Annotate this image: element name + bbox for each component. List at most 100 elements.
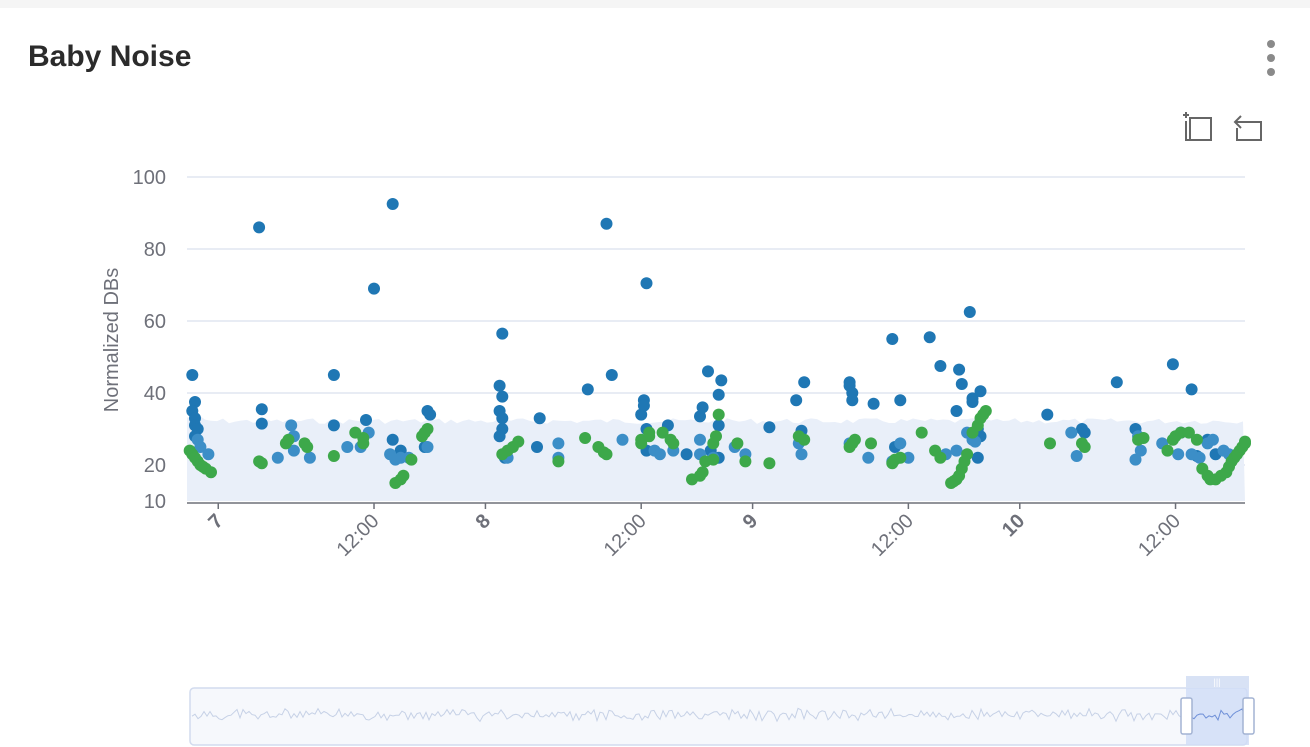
data-point[interactable]: [712, 388, 725, 401]
data-point[interactable]: [496, 327, 509, 340]
data-point[interactable]: [696, 401, 709, 414]
data-point[interactable]: [667, 437, 680, 450]
data-point[interactable]: [202, 448, 215, 461]
data-point[interactable]: [894, 394, 907, 407]
data-point[interactable]: [637, 399, 650, 412]
data-point[interactable]: [533, 412, 546, 425]
data-point[interactable]: [680, 448, 693, 461]
data-point[interactable]: [710, 430, 722, 443]
data-point[interactable]: [712, 419, 725, 432]
slider-right-handle[interactable]: [1242, 697, 1255, 735]
data-point[interactable]: [405, 453, 418, 466]
data-point[interactable]: [496, 412, 509, 425]
data-point[interactable]: [798, 376, 811, 389]
data-point[interactable]: [205, 466, 217, 479]
data-point[interactable]: [790, 394, 803, 407]
data-point[interactable]: [271, 451, 284, 464]
data-point[interactable]: [301, 441, 314, 453]
data-point[interactable]: [1110, 376, 1123, 389]
data-point[interactable]: [1078, 441, 1091, 453]
data-point[interactable]: [616, 433, 629, 446]
data-point[interactable]: [397, 469, 410, 482]
data-point[interactable]: [798, 433, 811, 446]
data-point[interactable]: [512, 435, 525, 448]
data-point[interactable]: [1137, 432, 1150, 444]
data-point[interactable]: [702, 365, 714, 378]
data-point[interactable]: [255, 417, 268, 430]
data-point[interactable]: [386, 433, 399, 446]
data-point[interactable]: [493, 430, 506, 443]
data-point[interactable]: [715, 374, 728, 387]
data-point[interactable]: [1193, 451, 1206, 464]
data-point[interactable]: [950, 405, 963, 417]
data-point[interactable]: [731, 437, 744, 450]
data-point[interactable]: [934, 360, 947, 372]
data-point[interactable]: [696, 466, 709, 479]
data-point[interactable]: [763, 421, 776, 434]
data-point[interactable]: [979, 405, 992, 417]
data-point[interactable]: [493, 379, 506, 392]
data-point[interactable]: [1166, 358, 1179, 371]
data-point[interactable]: [643, 426, 656, 439]
data-point[interactable]: [862, 451, 875, 464]
data-point[interactable]: [282, 433, 295, 446]
data-point[interactable]: [368, 282, 380, 295]
data-point[interactable]: [739, 455, 752, 468]
data-point[interactable]: [846, 394, 859, 407]
data-point[interactable]: [934, 451, 947, 464]
data-point[interactable]: [712, 408, 725, 421]
data-point[interactable]: [255, 403, 268, 416]
data-point[interactable]: [961, 448, 974, 461]
data-point[interactable]: [1172, 448, 1185, 461]
zoom-area-icon[interactable]: [1183, 112, 1212, 141]
data-point[interactable]: [255, 457, 268, 470]
data-point[interactable]: [867, 397, 880, 410]
slider-track[interactable]: [189, 687, 1248, 746]
data-point[interactable]: [894, 451, 907, 464]
data-point[interactable]: [848, 433, 861, 446]
data-point[interactable]: [763, 457, 776, 470]
data-point[interactable]: [327, 419, 340, 432]
data-point[interactable]: [1078, 426, 1091, 439]
data-point[interactable]: [341, 441, 354, 453]
slider-left-handle[interactable]: [1180, 697, 1193, 735]
data-point[interactable]: [971, 451, 984, 464]
data-point[interactable]: [357, 437, 370, 450]
data-point[interactable]: [950, 444, 963, 457]
data-point[interactable]: [389, 453, 402, 466]
data-point[interactable]: [600, 217, 613, 230]
data-point[interactable]: [581, 383, 594, 396]
data-point[interactable]: [923, 331, 936, 344]
data-point[interactable]: [694, 433, 706, 446]
data-point[interactable]: [605, 369, 618, 381]
data-point[interactable]: [974, 385, 987, 398]
data-point[interactable]: [1161, 444, 1174, 457]
data-point[interactable]: [865, 437, 877, 450]
data-point[interactable]: [1041, 408, 1054, 421]
data-point[interactable]: [552, 455, 565, 468]
data-point[interactable]: [1206, 433, 1219, 446]
data-point[interactable]: [327, 450, 340, 462]
data-point[interactable]: [253, 221, 266, 234]
data-point[interactable]: [531, 441, 543, 453]
data-point[interactable]: [1070, 450, 1083, 462]
data-point[interactable]: [640, 277, 653, 290]
data-point[interactable]: [418, 426, 431, 439]
data-point[interactable]: [386, 198, 399, 210]
data-point[interactable]: [653, 448, 666, 461]
data-point[interactable]: [303, 451, 316, 464]
data-point[interactable]: [421, 441, 434, 453]
data-point[interactable]: [496, 390, 509, 403]
data-point[interactable]: [955, 378, 968, 390]
data-point[interactable]: [327, 369, 340, 381]
data-point[interactable]: [285, 419, 298, 432]
data-point[interactable]: [795, 448, 808, 461]
data-point[interactable]: [600, 448, 613, 461]
data-point[interactable]: [1239, 435, 1251, 448]
data-point[interactable]: [1044, 437, 1056, 450]
data-point[interactable]: [424, 408, 437, 421]
data-point[interactable]: [552, 437, 565, 450]
data-point[interactable]: [953, 363, 966, 376]
data-point[interactable]: [966, 396, 979, 408]
data-point[interactable]: [1065, 426, 1078, 439]
